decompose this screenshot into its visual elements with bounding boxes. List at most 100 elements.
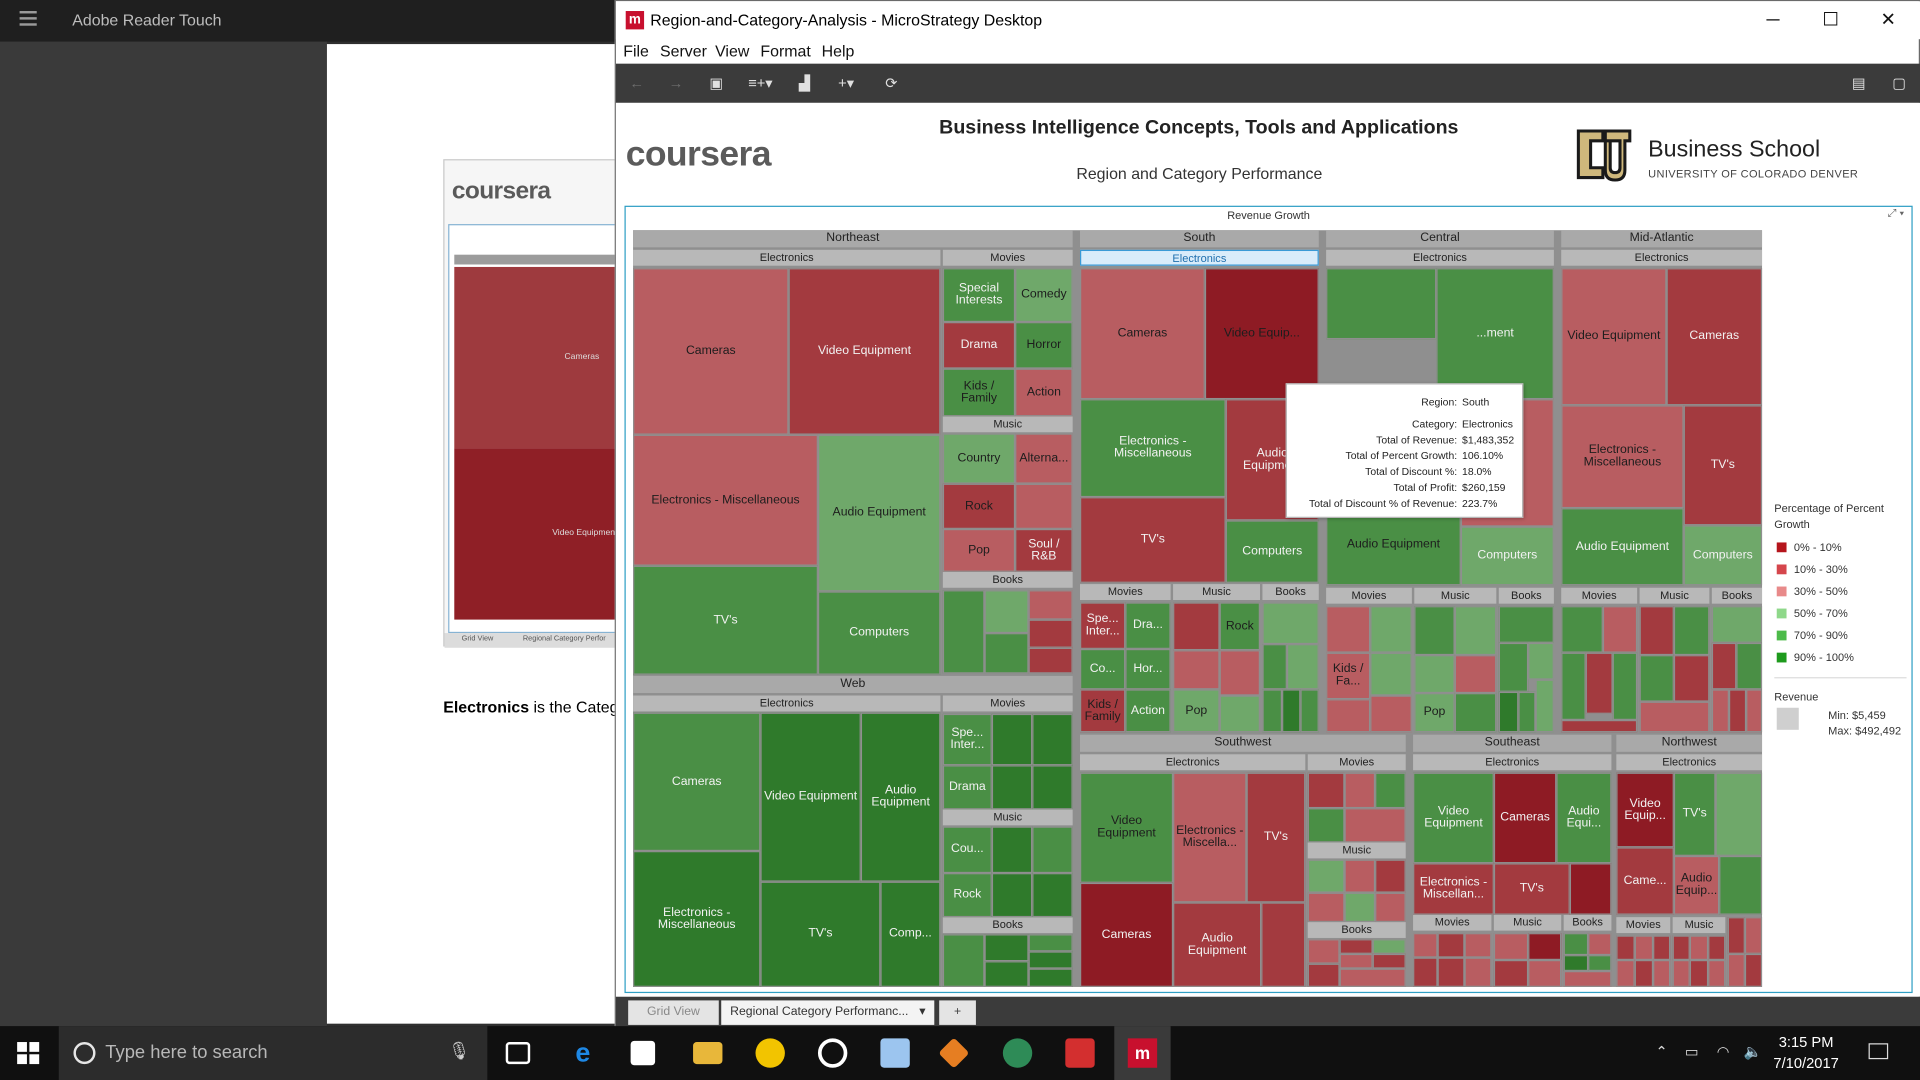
treemap-cell[interactable] (1282, 689, 1301, 733)
category-header[interactable]: Electronics (1080, 754, 1306, 771)
treemap-cell[interactable] (1673, 655, 1710, 702)
treemap-cell[interactable] (1711, 606, 1763, 643)
chrome-icon[interactable] (755, 1038, 785, 1068)
category-header[interactable]: Music (942, 809, 1073, 826)
treemap-cell[interactable] (1493, 960, 1529, 987)
treemap-cell[interactable]: Computers (817, 591, 941, 675)
treemap-cell[interactable]: Video Equipment (1413, 772, 1494, 864)
treemap-cell[interactable] (1736, 642, 1763, 690)
treemap-cell[interactable] (1344, 772, 1376, 809)
category-header[interactable]: Books (1307, 922, 1406, 938)
treemap[interactable]: Northeast South Central Mid-Atlantic Web Sout… (633, 230, 1763, 987)
treemap-cell[interactable]: Cameras (633, 712, 761, 852)
treemap-cell[interactable] (1307, 859, 1345, 893)
treemap-cell[interactable] (1370, 695, 1412, 733)
treemap-cell[interactable] (1028, 590, 1073, 620)
treemap-cell[interactable]: Comedy (1015, 268, 1073, 323)
treemap-cell[interactable]: Computers (1460, 526, 1554, 586)
treemap-cell[interactable] (1344, 892, 1376, 923)
menu-file[interactable]: File (623, 42, 649, 60)
treemap-cell[interactable]: TV's (633, 565, 818, 675)
add-sheet-button[interactable]: + (939, 1000, 976, 1025)
treemap-cell[interactable] (1746, 689, 1763, 733)
treemap-cell[interactable] (1672, 935, 1690, 961)
treemap-cell[interactable] (1344, 859, 1376, 893)
treemap-cell[interactable] (1612, 652, 1638, 721)
treemap-cell[interactable] (991, 765, 1033, 810)
treemap-cell[interactable] (1727, 917, 1745, 954)
treemap-cell[interactable] (1339, 968, 1406, 987)
treemap-cell[interactable] (1711, 689, 1729, 733)
treemap-cell[interactable]: Soul / R&B (1015, 528, 1073, 572)
treemap-cell[interactable] (1673, 606, 1710, 656)
notifications-icon[interactable] (1868, 1043, 1889, 1060)
category-header[interactable]: Music (942, 416, 1073, 433)
treemap-cell[interactable]: Pop (1173, 689, 1220, 733)
treemap-cell[interactable] (1344, 808, 1406, 843)
virtualbox-icon[interactable] (880, 1038, 910, 1068)
category-header[interactable]: Electronics (633, 695, 941, 712)
treemap-cell[interactable]: Video Equipment (1080, 772, 1174, 883)
treemap-cell[interactable]: Rock (942, 483, 1016, 529)
treemap-cell[interactable]: Came... (1616, 847, 1674, 915)
treemap-cell[interactable]: Drama (942, 765, 992, 810)
category-header[interactable]: Music (1672, 917, 1726, 934)
globe-app-icon[interactable] (1002, 1038, 1033, 1068)
acrobat-icon[interactable] (1065, 1038, 1095, 1068)
treemap-cell[interactable]: Electronics - Miscellaneous (1561, 405, 1684, 509)
treemap-cell[interactable] (1370, 652, 1412, 696)
treemap-cell[interactable] (1414, 606, 1455, 656)
treemap-cell[interactable] (1561, 652, 1586, 721)
treemap-cell[interactable] (1727, 953, 1745, 987)
treemap-cell[interactable] (1744, 917, 1763, 954)
treemap-cell[interactable]: Video Equipment (760, 712, 861, 882)
treemap-cell[interactable]: TV's (1683, 405, 1763, 526)
category-header[interactable]: Movies (1413, 914, 1492, 931)
treemap-cell[interactable] (1498, 642, 1529, 692)
category-header[interactable]: Music (1414, 587, 1497, 604)
treemap-cell[interactable] (1563, 971, 1612, 987)
treemap-cell[interactable] (1454, 693, 1497, 733)
treemap-cell[interactable]: Spe... Inter... (1080, 602, 1126, 649)
treemap-cell[interactable] (1032, 713, 1073, 766)
menu-server[interactable]: Server (660, 42, 707, 60)
revenue-growth-panel[interactable]: Revenue Growth ⤢ ▾ Northeast South Central… (624, 205, 1913, 994)
treemap-cell[interactable]: Video Equipment (1561, 268, 1667, 406)
treemap-cell[interactable] (1498, 606, 1554, 643)
treemap-cell[interactable]: TV's (1493, 863, 1570, 915)
treemap-cell[interactable] (1528, 960, 1562, 987)
treemap-cell[interactable]: Horror (1015, 322, 1073, 369)
treemap-cell[interactable] (1454, 655, 1497, 694)
treemap-cell[interactable]: Special Interests (942, 268, 1016, 323)
treemap-cell[interactable] (1028, 934, 1073, 952)
treemap-cell[interactable]: TV's (1246, 772, 1306, 903)
chevron-down-icon[interactable]: ▾ (919, 1005, 925, 1018)
menu-view[interactable]: View (715, 42, 749, 60)
treemap-cell[interactable] (1653, 960, 1671, 987)
treemap-cell[interactable] (1528, 933, 1562, 961)
microstrategy-taskbar-button[interactable]: m (1114, 1026, 1171, 1080)
treemap-cell[interactable] (1372, 939, 1406, 954)
category-header[interactable]: Movies (942, 695, 1073, 712)
treemap-cell[interactable] (1028, 647, 1073, 674)
treemap-cell[interactable]: Spe... Inter... (942, 713, 992, 766)
treemap-cell[interactable] (1339, 939, 1373, 954)
treemap-cell[interactable] (1339, 953, 1373, 969)
treemap-cell[interactable] (1413, 957, 1438, 987)
treemap-cell[interactable] (942, 590, 985, 674)
task-view-icon[interactable] (505, 1042, 531, 1065)
treemap-cell[interactable]: Cameras (1080, 882, 1174, 987)
treemap-cell[interactable] (1602, 606, 1638, 653)
category-header[interactable]: Movies (1307, 754, 1406, 771)
chevron-up-icon[interactable]: ⌃ (1656, 1043, 1668, 1060)
microphone-icon[interactable]: 🎙 (448, 1041, 470, 1062)
tab-grid-view[interactable]: Grid View (628, 1000, 719, 1025)
treemap-cell[interactable] (1032, 765, 1073, 810)
hamburger-menu-icon[interactable] (19, 11, 37, 28)
treemap-cell[interactable] (1262, 689, 1283, 733)
treemap-cell[interactable] (1307, 963, 1340, 987)
treemap-cell[interactable]: Cameras (633, 268, 789, 435)
treemap-cell[interactable]: Computers (1683, 525, 1763, 586)
category-header[interactable]: Electronics (1616, 754, 1763, 771)
treemap-cell[interactable] (1672, 960, 1690, 987)
